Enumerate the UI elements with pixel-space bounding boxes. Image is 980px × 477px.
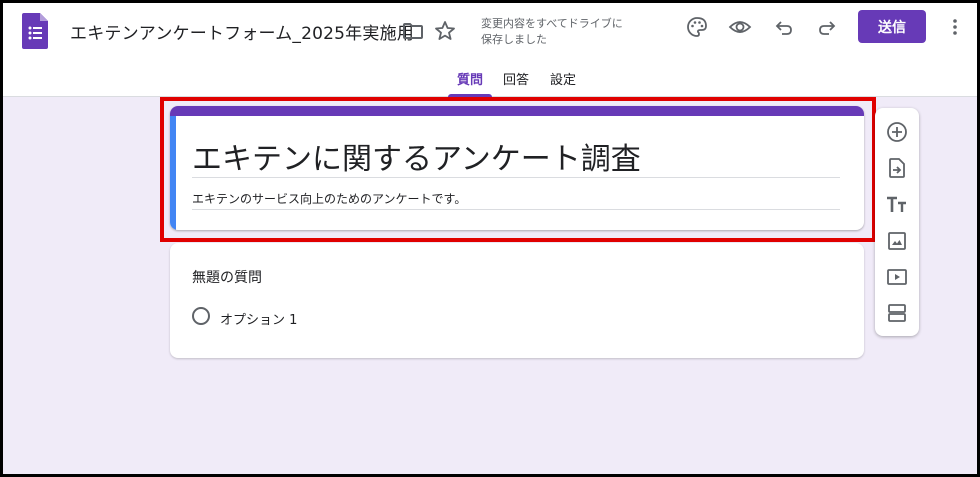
add-title-icon[interactable] [885,193,909,217]
preview-eye-icon[interactable] [728,15,752,39]
redo-icon[interactable] [815,15,839,39]
question-title[interactable]: 無題の質問 [192,267,262,287]
send-button[interactable]: 送信 [858,10,926,43]
import-questions-icon[interactable] [885,156,909,180]
form-title-input[interactable]: エキテンに関するアンケート調査 [192,134,840,178]
add-question-icon[interactable] [885,120,909,144]
add-image-icon[interactable] [885,229,909,253]
title-card-accent-bar [170,106,864,116]
document-title[interactable]: エキテンアンケートフォーム_2025年実施用 [70,19,414,44]
add-section-icon[interactable] [885,301,909,325]
folder-icon[interactable] [401,19,425,43]
tab-responses[interactable]: 回答 [499,69,533,97]
form-title-card[interactable]: エキテンに関するアンケート調査 エキテンのサービス向上のためのアンケートです。 [170,106,864,230]
floating-toolbar [875,108,919,336]
save-status: 変更内容をすべてドライブに 保存しました [481,16,641,48]
tab-bar: 質問 回答 設定 [3,69,977,97]
question-card[interactable]: 無題の質問 オプション 1 [170,243,864,358]
tab-settings[interactable]: 設定 [546,69,580,97]
forms-logo-icon[interactable] [22,13,48,49]
more-vert-icon[interactable] [943,15,967,39]
star-icon[interactable] [433,19,457,43]
active-card-indicator [170,116,176,230]
app-frame: エキテンアンケートフォーム_2025年実施用 変更内容をすべてドライブに 保存し… [3,3,977,474]
save-status-line1: 変更内容をすべてドライブに [481,17,623,30]
undo-icon[interactable] [772,15,796,39]
radio-button[interactable] [192,307,210,325]
palette-icon[interactable] [685,15,709,39]
save-status-line2: 保存しました [481,33,547,46]
form-description-input[interactable]: エキテンのサービス向上のためのアンケートです。 [192,190,840,210]
add-video-icon[interactable] [885,265,909,289]
header: エキテンアンケートフォーム_2025年実施用 変更内容をすべてドライブに 保存し… [3,3,977,97]
tab-questions[interactable]: 質問 [448,69,492,97]
option-label[interactable]: オプション 1 [220,309,297,328]
